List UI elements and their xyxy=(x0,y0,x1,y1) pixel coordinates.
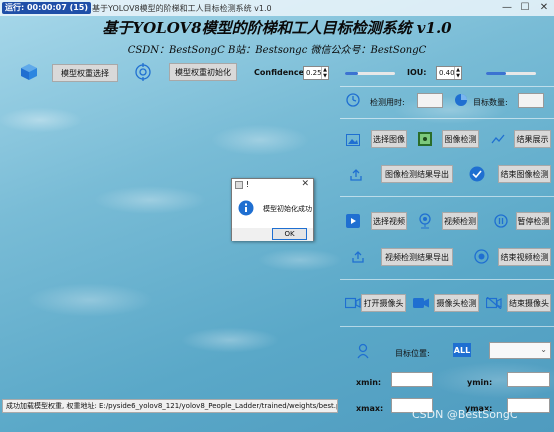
ymin-value-box xyxy=(507,372,550,387)
select-image-button[interactable]: 选择图像 xyxy=(371,130,407,148)
dialog-ok-button[interactable]: OK xyxy=(272,228,307,240)
confidence-slider-fill xyxy=(345,72,358,75)
panel-divider xyxy=(340,118,554,119)
export-icon xyxy=(349,168,363,182)
check-circle-icon xyxy=(469,166,485,182)
iou-slider-fill xyxy=(486,72,506,75)
all-targets-badge: ALL xyxy=(453,343,471,357)
target-count-value-box xyxy=(518,93,544,108)
cube-icon xyxy=(20,63,38,81)
end-camera-button[interactable]: 结束摄像头 xyxy=(507,294,551,312)
ymin-label: ymin: xyxy=(467,378,493,387)
panel-divider xyxy=(340,326,554,327)
open-camera-button[interactable]: 打开摄像头 xyxy=(361,294,406,312)
video-detect-button[interactable]: 视频检测 xyxy=(442,212,478,230)
panel-divider xyxy=(340,86,554,87)
end-video-detect-button[interactable]: 结束视频检测 xyxy=(498,248,551,266)
chevron-down-icon: ⌄ xyxy=(540,345,547,354)
watermark-text: CSDN @BestSongC xyxy=(412,408,518,421)
pause-icon xyxy=(494,214,508,228)
camera-detect-button[interactable]: 摄像头检测 xyxy=(434,294,479,312)
run-timer-badge: 运行: 00:00:07 (15) xyxy=(2,2,92,14)
export-video-result-button[interactable]: 视频检测结果导出 xyxy=(381,248,453,266)
confidence-slider[interactable] xyxy=(345,72,395,75)
panel-divider xyxy=(340,279,554,280)
pie-chart-icon xyxy=(454,93,468,107)
window-titlebar: 运行: 00:00:07 (15) 基于YOLOV8模型的阶梯和工人目标检测系统… xyxy=(0,0,554,16)
iou-label: IOU: xyxy=(407,68,427,77)
status-bar: 成功加载模型权重, 权重地址: E:/pyside6_yolov8_121/yo… xyxy=(2,399,338,413)
xmax-label: xmax: xyxy=(356,404,384,413)
select-weights-button[interactable]: 模型权重选择 xyxy=(52,64,118,82)
webcam-icon xyxy=(418,213,432,229)
page-title: 基于YOLOV8模型的阶梯和工人目标检测系统 v1.0 xyxy=(102,19,452,37)
confidence-spinbox[interactable]: 0.25 ▲ ▼ xyxy=(303,66,329,80)
close-window-button[interactable]: ✕ xyxy=(537,1,551,15)
image-detect-icon xyxy=(418,132,432,146)
target-icon xyxy=(134,63,152,81)
image-icon xyxy=(346,134,360,146)
dialog-title: ! xyxy=(246,180,250,189)
init-weights-button[interactable]: 模型权重初始化 xyxy=(169,63,237,81)
stop-circle-icon xyxy=(474,249,489,264)
xmin-label: xmin: xyxy=(356,378,382,387)
detect-time-value-box xyxy=(417,93,443,108)
confidence-label: Confidence: xyxy=(254,68,308,77)
detect-time-label: 检测用时: xyxy=(370,98,405,107)
camera-off-icon xyxy=(486,297,502,309)
export-icon xyxy=(351,250,365,264)
page-subtitle: CSDN：BestSongC B站：Bestsongc 微信公众号：BestSo… xyxy=(127,45,427,56)
target-select-dropdown[interactable]: ⌄ xyxy=(489,342,551,359)
iou-spinbox[interactable]: 0.40 ▲ ▼ xyxy=(436,66,462,80)
select-video-button[interactable]: 选择视频 xyxy=(371,212,407,230)
line-chart-icon xyxy=(491,133,505,145)
dialog-app-icon xyxy=(235,181,243,189)
panel-divider xyxy=(340,196,554,197)
camera-icon xyxy=(345,297,361,309)
dialog-body: 模型初始化成功 xyxy=(232,192,313,228)
dialog-titlebar: ! ✕ xyxy=(232,179,313,192)
window-title: 基于YOLOV8模型的阶梯和工人目标检测系统 v1.0 xyxy=(92,4,272,13)
dialog-message: 模型初始化成功 xyxy=(263,205,312,213)
maximize-button[interactable]: ☐ xyxy=(518,1,532,15)
camera-detect-icon xyxy=(413,297,429,309)
dialog-footer: OK xyxy=(232,228,313,241)
xmin-value-box xyxy=(391,372,433,387)
spin-arrows-icon[interactable]: ▲ ▼ xyxy=(454,67,461,79)
target-position-label: 目标位置: xyxy=(395,349,430,358)
end-image-detect-button[interactable]: 结束图像检测 xyxy=(498,165,551,183)
pause-detect-button[interactable]: 暂停检测 xyxy=(516,212,551,230)
confidence-value: 0.25 xyxy=(306,69,322,77)
minimize-button[interactable]: — xyxy=(500,1,514,15)
app-window: 运行: 00:00:07 (15) 基于YOLOV8模型的阶梯和工人目标检测系统… xyxy=(0,0,554,432)
result-show-button[interactable]: 结果展示 xyxy=(514,130,551,148)
message-dialog: ! ✕ 模型初始化成功 OK xyxy=(231,178,314,241)
image-detect-button[interactable]: 图像检测 xyxy=(442,130,479,148)
target-count-label: 目标数量: xyxy=(473,98,508,107)
export-image-result-button[interactable]: 图像检测结果导出 xyxy=(381,165,453,183)
video-file-icon xyxy=(346,214,360,228)
info-icon xyxy=(238,200,254,216)
iou-slider[interactable] xyxy=(486,72,536,75)
clock-icon xyxy=(346,93,360,107)
iou-value: 0.40 xyxy=(439,69,455,77)
location-pin-icon xyxy=(356,343,370,359)
dialog-close-icon[interactable]: ✕ xyxy=(301,179,309,189)
spin-arrows-icon[interactable]: ▲ ▼ xyxy=(321,67,328,79)
